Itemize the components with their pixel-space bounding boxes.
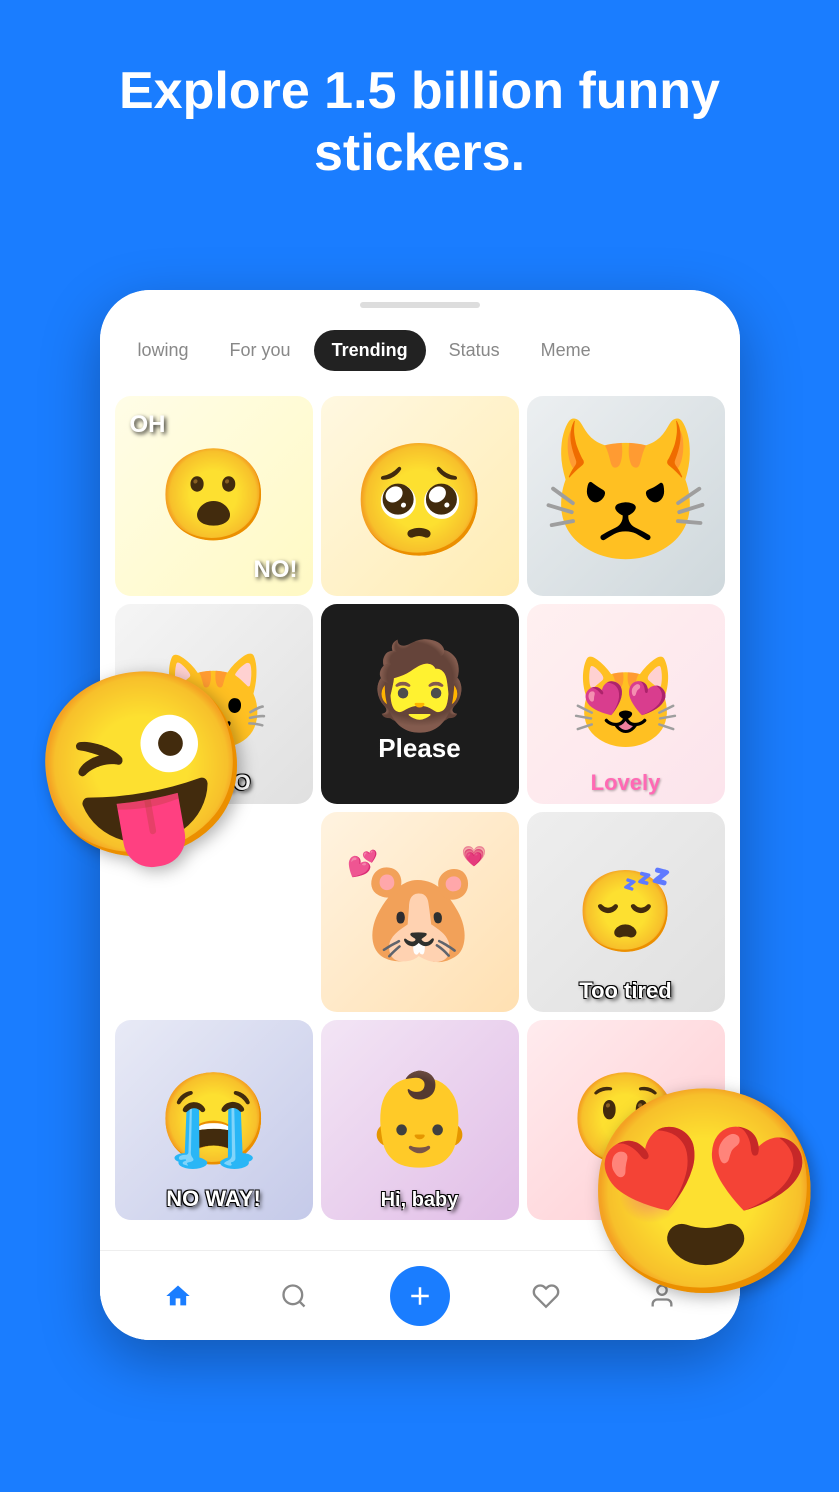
sticker-hi-baby[interactable]: 👶 Hi, baby bbox=[321, 1020, 519, 1220]
sticker-cat-grumpy[interactable]: 😾 bbox=[527, 396, 725, 596]
too-tired-label: Too tired bbox=[535, 978, 717, 1004]
sticker-no-way[interactable]: 😭 NO WAY! bbox=[115, 1020, 313, 1220]
sticker-hamster[interactable]: 🐹 💕 💗 bbox=[321, 812, 519, 1012]
floating-emoji-left: 😜 bbox=[30, 660, 254, 871]
tab-status[interactable]: Status bbox=[431, 330, 518, 371]
no-way-label: NO WAY! bbox=[123, 1186, 305, 1212]
tab-lowing[interactable]: lowing bbox=[120, 330, 207, 371]
phone-notch bbox=[360, 302, 480, 308]
sticker-cat-lovely[interactable]: 😻 Lovely bbox=[527, 604, 725, 804]
hero-title: Explore 1.5 billion funny stickers. bbox=[40, 60, 799, 185]
tab-meme[interactable]: Meme bbox=[523, 330, 609, 371]
sticker-baby-oh-no[interactable]: OH 😮 NO! bbox=[115, 396, 313, 596]
sticker-sad-emoji[interactable]: 🥺 bbox=[321, 396, 519, 596]
sticker-too-tired[interactable]: 😴 Too tired bbox=[527, 812, 725, 1012]
tab-trending[interactable]: Trending bbox=[314, 330, 426, 371]
nav-heart[interactable] bbox=[526, 1276, 566, 1316]
floating-emoji-right: 😍 bbox=[580, 1075, 829, 1310]
please-label: Please bbox=[378, 733, 460, 764]
sticker-man-please[interactable]: 🧔 Please bbox=[321, 604, 519, 804]
phone-wrapper: 😜 😍 lowing For you Trending Status Meme bbox=[100, 290, 740, 1340]
nav-home[interactable] bbox=[158, 1276, 198, 1316]
hi-baby-label: Hi, baby bbox=[329, 1189, 511, 1212]
hero-section: Explore 1.5 billion funny stickers. bbox=[0, 0, 839, 215]
nav-add[interactable] bbox=[390, 1266, 450, 1326]
hero-text-block: Explore 1.5 billion funny stickers. bbox=[0, 0, 839, 215]
lovely-label: Lovely bbox=[535, 770, 717, 796]
nav-search[interactable] bbox=[274, 1276, 314, 1316]
tab-for-you[interactable]: For you bbox=[212, 330, 309, 371]
